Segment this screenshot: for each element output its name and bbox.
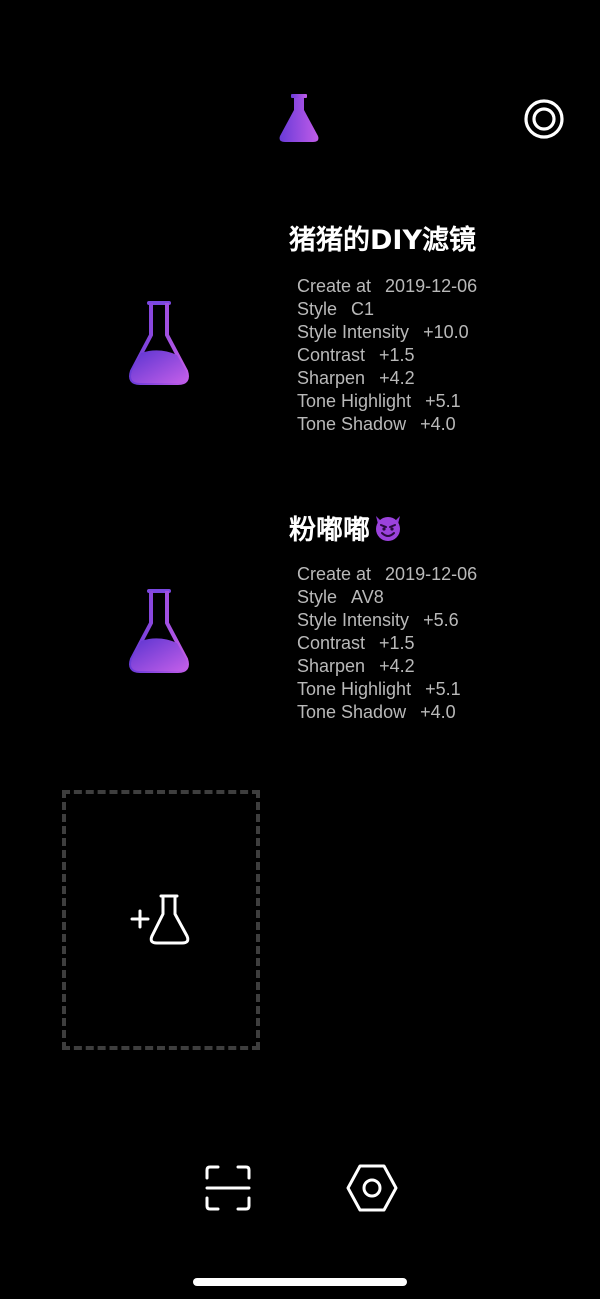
scan-icon[interactable] (204, 1164, 252, 1212)
detail-row-tone-highlight: Tone Highlight +5.1 (297, 391, 461, 411)
target-icon[interactable] (522, 97, 566, 141)
smiling-devil-emoji-icon (372, 511, 404, 543)
detail-row-style-intensity: Style Intensity +10.0 (297, 322, 469, 342)
filter-details: Create at 2019-12-06 Style AV8 Style Inten… (297, 563, 477, 724)
filter-card[interactable]: 猪猪的DIY滤镜 Create at 2019-12-06 Style C1 Sty… (0, 210, 600, 440)
detail-row-style-intensity: Style Intensity +5.6 (297, 610, 459, 630)
flask-icon (127, 589, 191, 673)
detail-row-contrast: Contrast +1.5 (297, 633, 415, 653)
detail-row-sharpen: Sharpen +4.2 (297, 656, 415, 676)
app-logo-flask-icon (278, 94, 320, 142)
detail-row-created: Create at 2019-12-06 (297, 564, 478, 584)
add-flask-icon[interactable] (128, 894, 192, 946)
filter-title: 粉嘟嘟 (289, 508, 404, 547)
detail-row-style: Style C1 (297, 299, 375, 319)
detail-row-contrast: Contrast +1.5 (297, 345, 415, 365)
flask-icon (127, 301, 191, 385)
home-indicator[interactable] (193, 1278, 407, 1286)
detail-row-tone-shadow: Tone Shadow +4.0 (297, 702, 456, 722)
detail-row-style: Style AV8 (297, 587, 384, 607)
filter-title: 猪猪的DIY滤镜 (289, 225, 477, 256)
filter-details: Create at 2019-12-06 Style C1 Style Intens… (297, 275, 477, 436)
settings-hexagon-icon[interactable] (346, 1163, 398, 1213)
detail-row-created: Create at 2019-12-06 (297, 276, 478, 296)
detail-row-tone-highlight: Tone Highlight +5.1 (297, 679, 461, 699)
filter-card[interactable]: 粉嘟嘟 Create at 2019-12-06 Style AV8 Style I… (0, 498, 600, 728)
detail-row-sharpen: Sharpen +4.2 (297, 368, 415, 388)
detail-row-tone-shadow: Tone Shadow +4.0 (297, 414, 456, 434)
